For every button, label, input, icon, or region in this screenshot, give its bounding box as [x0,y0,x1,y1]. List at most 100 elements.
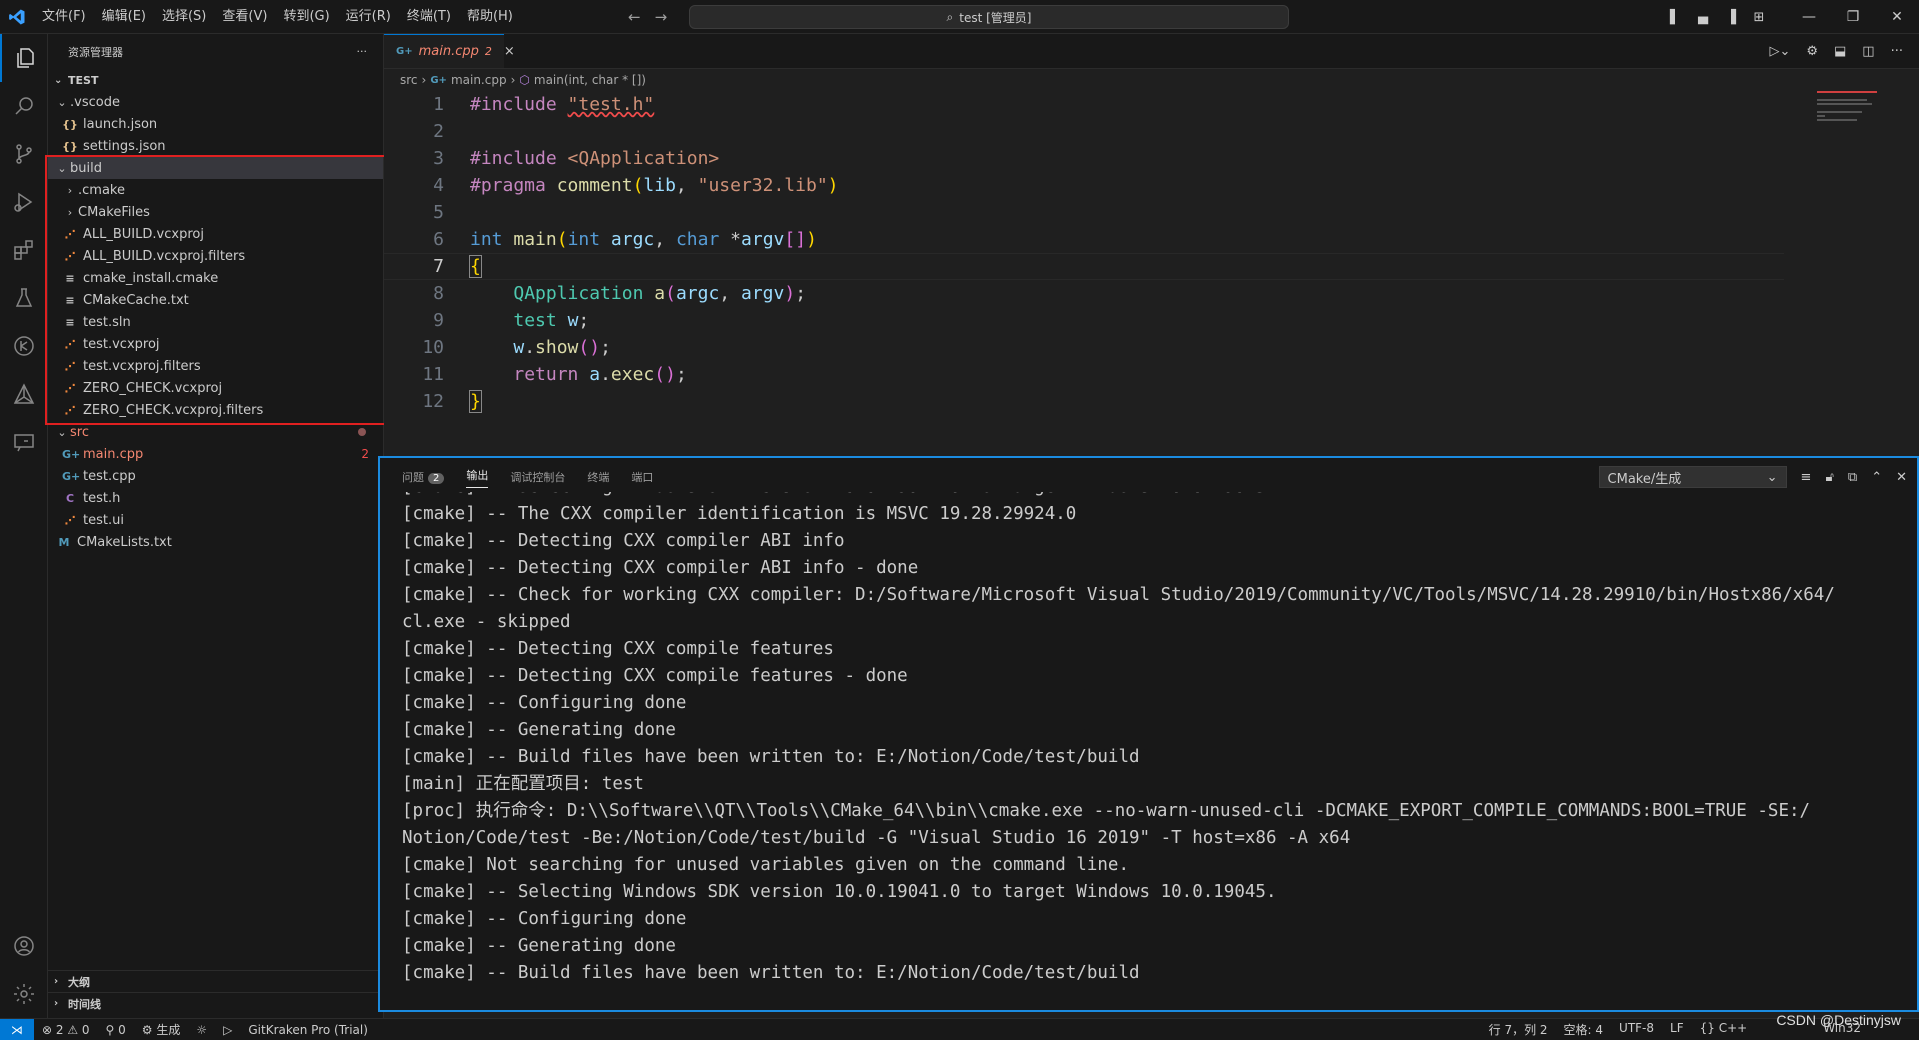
tree-file[interactable]: ⋰ ALL_BUILD.vcxproj.filters [48,245,383,267]
close-window-icon[interactable]: ✕ [1875,9,1919,25]
tree-file[interactable]: G+ test.cpp [48,465,383,487]
accounts-icon[interactable] [0,922,48,970]
testing-icon[interactable] [0,274,48,322]
tree-file[interactable]: {} settings.json [48,135,383,157]
output-log[interactable]: [cmake] -- Selecting Windows SDK version… [402,492,1892,1006]
tree-file[interactable]: ⋰ test.ui [48,509,383,531]
timeline-section[interactable]: › 时间线 [48,992,384,1014]
bug-icon[interactable]: ☼ [188,1023,215,1037]
problems-status[interactable]: ⊗ 2 ⚠ 0 [34,1023,98,1037]
menu-file[interactable]: 文件(F) [34,0,94,34]
customize-layout-icon[interactable]: ⊞ [1745,10,1773,25]
tab-terminal[interactable]: 终端 [587,469,609,485]
lock-scroll-icon[interactable]: 🔓︎ [1825,470,1833,485]
more-actions-icon[interactable]: ··· [1891,44,1903,59]
build-icon[interactable]: ⬓ [1834,44,1846,59]
source-control-icon[interactable] [0,130,48,178]
breadcrumb-file[interactable]: main.cpp [451,73,507,87]
line-number: 9 [433,310,444,331]
tree-file[interactable]: ⋰ ZERO_CHECK.vcxproj.filters [48,399,383,421]
tab-problems[interactable]: 问题 2 [402,469,445,485]
menu-edit[interactable]: 编辑(E) [94,0,154,34]
tree-file[interactable]: {} launch.json [48,113,383,135]
tree-folder[interactable]: ⌄ src [48,421,383,443]
indentation[interactable]: 空格: 4 [1556,1021,1612,1038]
tree-file[interactable]: ⋰ test.vcxproj.filters [48,355,383,377]
tree-file[interactable]: ⋰ test.vcxproj [48,333,383,355]
forward-arrow-icon[interactable]: → [655,8,668,26]
run-file-icon[interactable]: ▷⌄ [1769,44,1790,59]
chevron-down-icon: ⌄ [57,95,67,109]
tree-file[interactable]: ≡ CMakeCache.txt [48,289,383,311]
workspace-root[interactable]: ⌄ TEST [48,69,383,91]
minimap[interactable] [1817,91,1907,151]
gear-icon[interactable]: ⚙ [1806,44,1818,59]
tree-file[interactable]: ⋰ ZERO_CHECK.vcxproj [48,377,383,399]
menu-selection[interactable]: 选择(S) [154,0,214,34]
menu-run[interactable]: 运行(R) [338,0,399,34]
code-line: 11 return a.exec(); [384,361,1784,388]
tree-item-label: CMakeCache.txt [83,292,189,308]
tree-file[interactable]: ≡ cmake_install.cmake [48,267,383,289]
build-status[interactable]: ⚙ 生成 [134,1021,189,1038]
menu-terminal[interactable]: 终端(T) [399,0,459,34]
breadcrumb-src[interactable]: src [400,73,418,87]
restore-icon[interactable]: ❐ [1831,9,1875,25]
language-mode[interactable]: {} C++ [1692,1021,1756,1038]
toggle-secondary-sidebar-icon[interactable]: ▐ [1717,10,1745,25]
minimize-icon[interactable]: — [1787,9,1831,25]
cmake-icon[interactable] [0,370,48,418]
tree-file[interactable]: ≡ test.sln [48,311,383,333]
breadcrumb-symbol[interactable]: main(int, char * []) [534,73,646,87]
remote-explorer-icon[interactable] [0,418,48,466]
cursor-position[interactable]: 行 7，列 2 [1481,1021,1556,1038]
gitkraken-icon[interactable] [0,322,48,370]
tree-item-label: .cmake [78,182,125,198]
toggle-primary-sidebar-icon[interactable]: ▌ [1661,10,1689,25]
tree-folder[interactable]: ⌄ build [48,157,383,179]
end-of-line[interactable]: LF [1662,1021,1692,1038]
explorer-icon[interactable] [0,34,48,82]
menu-go[interactable]: 转到(G) [275,0,337,34]
tree-folder[interactable]: › CMakeFiles [48,201,383,223]
extensions-icon[interactable] [0,226,48,274]
gitkraken-status[interactable]: GitKraken Pro (Trial) [240,1023,376,1037]
tree-folder[interactable]: › .cmake [48,179,383,201]
toggle-panel-icon[interactable]: ▄ [1689,10,1717,25]
command-center-search[interactable]: ⌕ test [管理员] [689,5,1289,29]
maximize-panel-icon[interactable]: ⌃ [1871,470,1882,485]
file-type-icon: ≡ [65,271,75,285]
file-type-icon: ⋰ [64,403,76,417]
tree-file[interactable]: Ctest.h [48,487,383,509]
more-actions-icon[interactable]: ··· [357,45,368,58]
settings-gear-icon[interactable] [0,970,48,1018]
encoding[interactable]: UTF-8 [1611,1021,1662,1038]
run-debug-icon[interactable] [0,178,48,226]
tab-debug-console[interactable]: 调试控制台 [510,469,565,485]
output-channel-select[interactable]: CMake/生成 ⌄ [1598,466,1787,488]
tree-item-label: ALL_BUILD.vcxproj.filters [83,248,246,264]
close-panel-icon[interactable]: ✕ [1896,470,1907,485]
tab-output[interactable]: 输出 [466,467,489,488]
tab-ports[interactable]: 端口 [631,469,653,485]
run-icon[interactable]: ▷ [215,1023,240,1037]
ports-status[interactable]: ⚲ 0 [98,1023,134,1037]
tab-main-cpp[interactable]: G+ main.cpp 2 × [384,34,515,68]
close-tab-icon[interactable]: × [504,44,515,59]
menu-help[interactable]: 帮助(H) [459,0,521,34]
split-editor-icon[interactable]: ◫ [1862,44,1874,59]
tab-problems-label: 问题 [402,471,424,484]
open-in-editor-icon[interactable]: ⧉ [1848,470,1857,485]
menu-view[interactable]: 查看(V) [214,0,275,34]
remote-indicator-icon[interactable]: ⋊ [0,1018,34,1040]
search-view-icon[interactable] [0,82,48,130]
tree-file[interactable]: ⋰ ALL_BUILD.vcxproj [48,223,383,245]
outline-section[interactable]: › 大纲 [48,970,384,992]
output-line: [cmake] -- Detecting CXX compile feature… [402,639,834,659]
code-editor[interactable]: 1 #include "test.h" 2 3 #include <QApplica… [384,91,1784,451]
tree-file[interactable]: G+ main.cpp 2 [48,443,383,465]
tree-file[interactable]: M CMakeLists.txt [48,531,383,553]
tree-folder[interactable]: ⌄ .vscode [48,91,383,113]
clear-output-icon[interactable]: ≡ [1801,470,1812,485]
back-arrow-icon[interactable]: ← [628,8,641,26]
